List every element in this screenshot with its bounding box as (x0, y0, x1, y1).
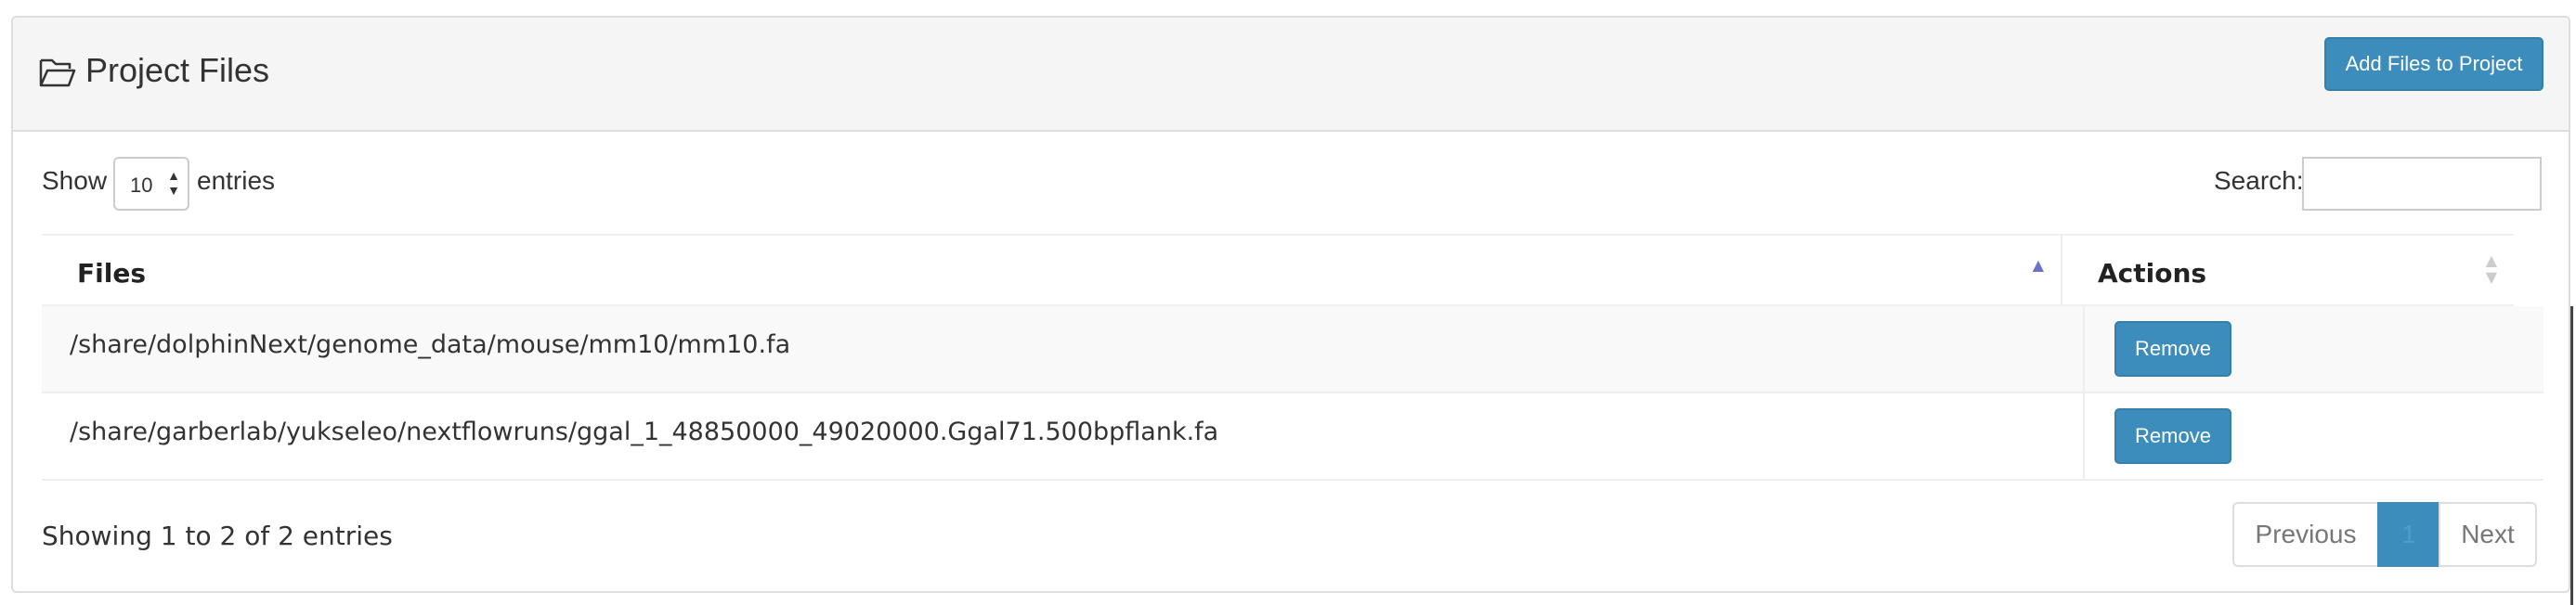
remove-button[interactable]: Remove (2114, 321, 2231, 377)
show-label: Show (42, 166, 108, 195)
table-info: Showing 1 to 2 of 2 entries (42, 521, 393, 551)
column-header-actions[interactable]: Actions ▲ ▼ (2062, 236, 2514, 306)
remove-button[interactable]: Remove (2114, 408, 2231, 464)
panel-title: Project Files (85, 51, 270, 89)
project-files-panel: Project Files Add Files to Project Show … (11, 16, 2570, 593)
previous-page-button[interactable]: Previous (2232, 502, 2379, 567)
length-value: 10 (130, 174, 153, 197)
page-1-button[interactable]: 1 (2377, 502, 2440, 567)
search-input[interactable] (2302, 157, 2542, 211)
file-cell: /share/garberlab/yukseleo/nextflowruns/g… (42, 393, 2085, 479)
entries-length-select[interactable]: 10 ▲ ▼ (113, 157, 189, 211)
add-files-button[interactable]: Add Files to Project (2324, 37, 2543, 91)
scrollbar[interactable] (2570, 306, 2573, 605)
actions-header-label: Actions (2098, 258, 2207, 289)
sort-both-icon: ▲ ▼ (2485, 251, 2497, 286)
table-row: /share/garberlab/yukseleo/nextflowruns/g… (42, 393, 2543, 481)
entries-label: entries (197, 166, 276, 195)
file-path: /share/garberlab/yukseleo/nextflowruns/g… (70, 418, 1219, 446)
search-label: Search: (2214, 166, 2304, 195)
file-path: /share/dolphinNext/genome_data/mouse/mm1… (70, 330, 791, 359)
select-arrows-icon: ▲ ▼ (167, 168, 180, 198)
table-row: /share/dolphinNext/genome_data/mouse/mm1… (42, 306, 2543, 393)
files-header-label: Files (77, 258, 146, 289)
file-cell: /share/dolphinNext/genome_data/mouse/mm1… (42, 306, 2085, 392)
table-header: Files ▲ Actions ▲ ▼ (42, 234, 2514, 306)
panel-header: Project Files Add Files to Project (13, 18, 2569, 132)
sort-ascending-icon: ▲ (2032, 256, 2044, 274)
next-page-button[interactable]: Next (2439, 502, 2537, 567)
folder-open-icon (39, 58, 76, 87)
column-header-files[interactable]: Files ▲ (42, 236, 2062, 306)
